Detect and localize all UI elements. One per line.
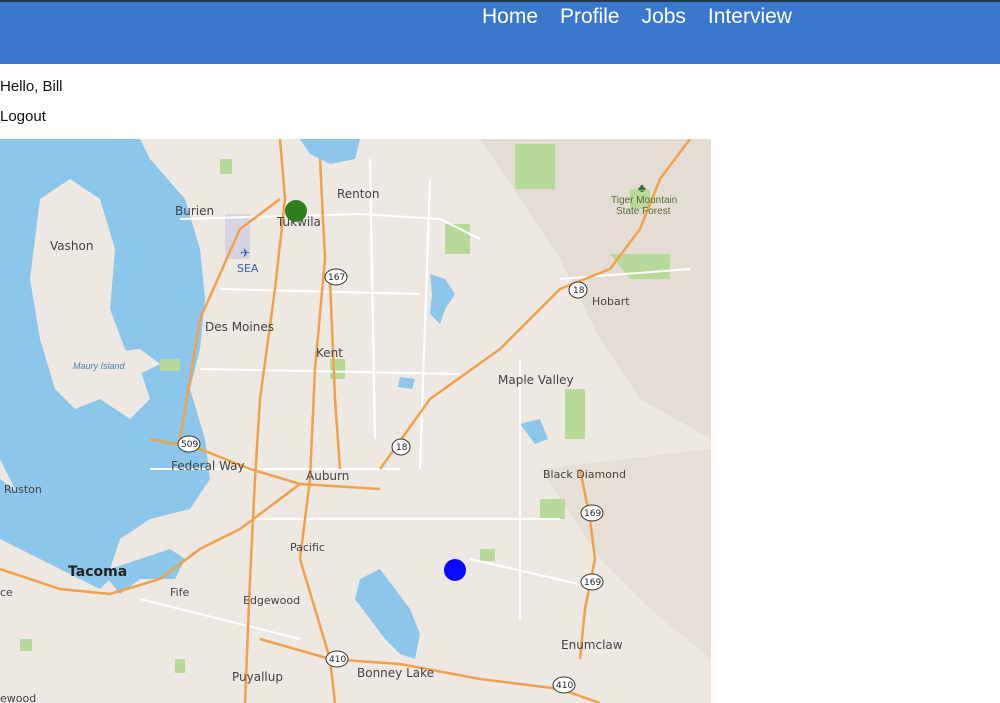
park-area <box>565 389 585 439</box>
place-bonney-lake: Bonney Lake <box>357 666 434 680</box>
place-renton: Renton <box>337 187 379 201</box>
place-pacific: Pacific <box>290 541 325 554</box>
route-shield-410: 410 <box>552 676 576 694</box>
svg-text:509: 509 <box>181 440 198 450</box>
route-shield-509: 509 <box>177 435 201 453</box>
nav-jobs-link[interactable]: Jobs <box>642 5 686 29</box>
place-puyallup: Puyallup <box>232 670 283 684</box>
place-partial-left: ce <box>0 586 13 599</box>
place-hobart: Hobart <box>592 295 630 308</box>
route-shield-167: 167 <box>324 268 348 286</box>
park-area <box>480 549 495 561</box>
map-marker-green[interactable] <box>285 200 307 222</box>
svg-text:18: 18 <box>396 443 408 453</box>
route-shield-169: 169 <box>580 504 604 522</box>
svg-text:410: 410 <box>556 681 573 691</box>
user-greeting: Hello, Bill <box>0 78 63 95</box>
park-area <box>540 499 565 519</box>
place-vashon: Vashon <box>50 239 93 253</box>
park-area <box>220 159 232 174</box>
park-area <box>515 144 555 189</box>
place-enumclaw: Enumclaw <box>561 638 623 652</box>
logout-link[interactable]: Logout <box>0 108 46 125</box>
nav-home-link[interactable]: Home <box>482 5 538 29</box>
svg-text:18: 18 <box>573 286 585 296</box>
place-kent: Kent <box>316 346 343 360</box>
svg-text:169: 169 <box>584 509 601 519</box>
place-edgewood: Edgewood <box>243 594 300 607</box>
route-shield-18: 18 <box>568 281 588 299</box>
map-canvas[interactable]: Burien Tukwila Renton Vashon SEA ✈ Des M… <box>0 139 711 703</box>
place-maple-valley: Maple Valley <box>498 373 574 387</box>
place-auburn: Auburn <box>306 469 349 483</box>
place-tacoma: Tacoma <box>68 564 127 580</box>
svg-text:167: 167 <box>328 273 345 283</box>
airplane-icon: ✈ <box>240 246 250 260</box>
nav-interview-link[interactable]: Interview <box>708 5 792 29</box>
place-fife: Fife <box>170 586 189 599</box>
park-area <box>20 639 32 651</box>
main-nav: Home Profile Jobs Interview <box>482 5 814 29</box>
route-shield-169: 169 <box>580 573 604 591</box>
place-black-diamond: Black Diamond <box>543 468 626 481</box>
nav-profile-link[interactable]: Profile <box>560 5 620 29</box>
lake <box>398 377 415 389</box>
route-shield-410: 410 <box>325 650 349 668</box>
place-state-forest: State Forest <box>616 206 671 217</box>
route-shield-18: 18 <box>391 438 411 456</box>
top-nav-bar: Home Profile Jobs Interview <box>0 0 1000 64</box>
park-area <box>160 359 180 371</box>
tree-icon: ♣ <box>638 181 646 195</box>
map-view[interactable]: Burien Tukwila Renton Vashon SEA ✈ Des M… <box>0 139 711 703</box>
place-partial-bottom: ewood <box>0 692 36 703</box>
place-ruston: Ruston <box>4 483 42 496</box>
place-tiger-mountain: Tiger Mountain <box>611 195 677 206</box>
place-burien: Burien <box>175 204 214 218</box>
svg-text:410: 410 <box>329 655 346 665</box>
map-marker-blue[interactable] <box>444 559 466 581</box>
place-maury-island: Maury Island <box>73 361 126 371</box>
park-area <box>175 659 185 673</box>
svg-text:169: 169 <box>584 578 601 588</box>
place-des-moines: Des Moines <box>205 320 274 334</box>
place-sea-airport: SEA <box>237 262 259 275</box>
place-federal-way: Federal Way <box>171 459 245 473</box>
